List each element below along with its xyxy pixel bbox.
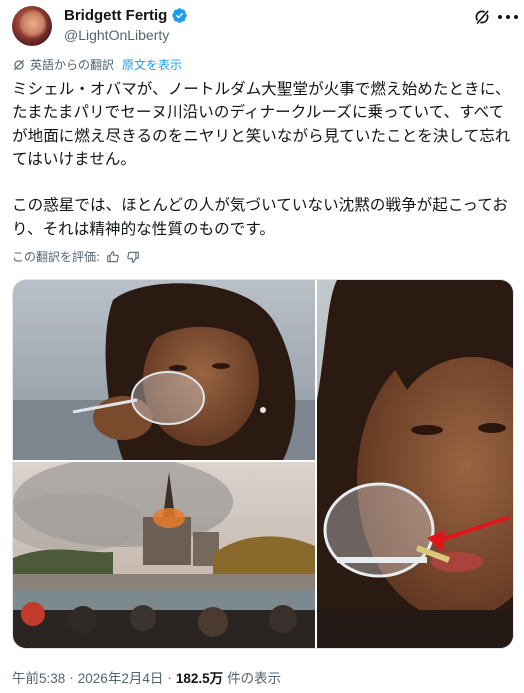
tweet-time[interactable]: 午前5:38 [12,667,65,687]
display-name[interactable]: Bridgett Fertig [64,7,167,24]
notre-dame-fire-photo[interactable] [13,462,315,648]
verified-badge-icon [172,8,188,23]
tweet-text: ミシェル・オバマが、ノートルダム大聖堂が火事で燃え始めたときに、たまたまパリでセ… [12,80,511,238]
woman-drinking-wine-photo[interactable] [13,280,315,460]
translation-label: 英語からの翻訳 [30,58,115,72]
thumbs-down-icon[interactable] [126,250,140,264]
rate-translation-row: この翻訳を評価: [12,248,140,265]
wine-glass-closeup-photo[interactable] [317,280,513,648]
thumbs-up-icon[interactable] [106,250,120,264]
translate-icon [13,59,25,70]
author-name-row: Bridgett Fertig [64,7,188,24]
separator: · [167,669,172,685]
author-handle[interactable]: @LightOnLiberty [64,27,169,43]
views-count: 182.5万 [175,671,224,686]
more-options-icon[interactable] [498,8,518,26]
show-original-link[interactable]: 原文を表示 [122,56,182,73]
separator: · [69,669,74,685]
views-label: 件の表示 [227,671,282,686]
rate-translation-label: この翻訳を評価: [12,250,101,264]
tweet-date[interactable]: 2026年2月4日 [78,667,164,687]
grok-icon[interactable] [473,8,491,26]
avatar[interactable] [12,6,52,46]
tweet-footer: 午前5:38 · 2026年2月4日 · 182.5万 件の表示 [12,667,281,687]
media-collage[interactable] [12,279,514,649]
translation-notice: 英語からの翻訳 原文を表示 [12,56,182,73]
